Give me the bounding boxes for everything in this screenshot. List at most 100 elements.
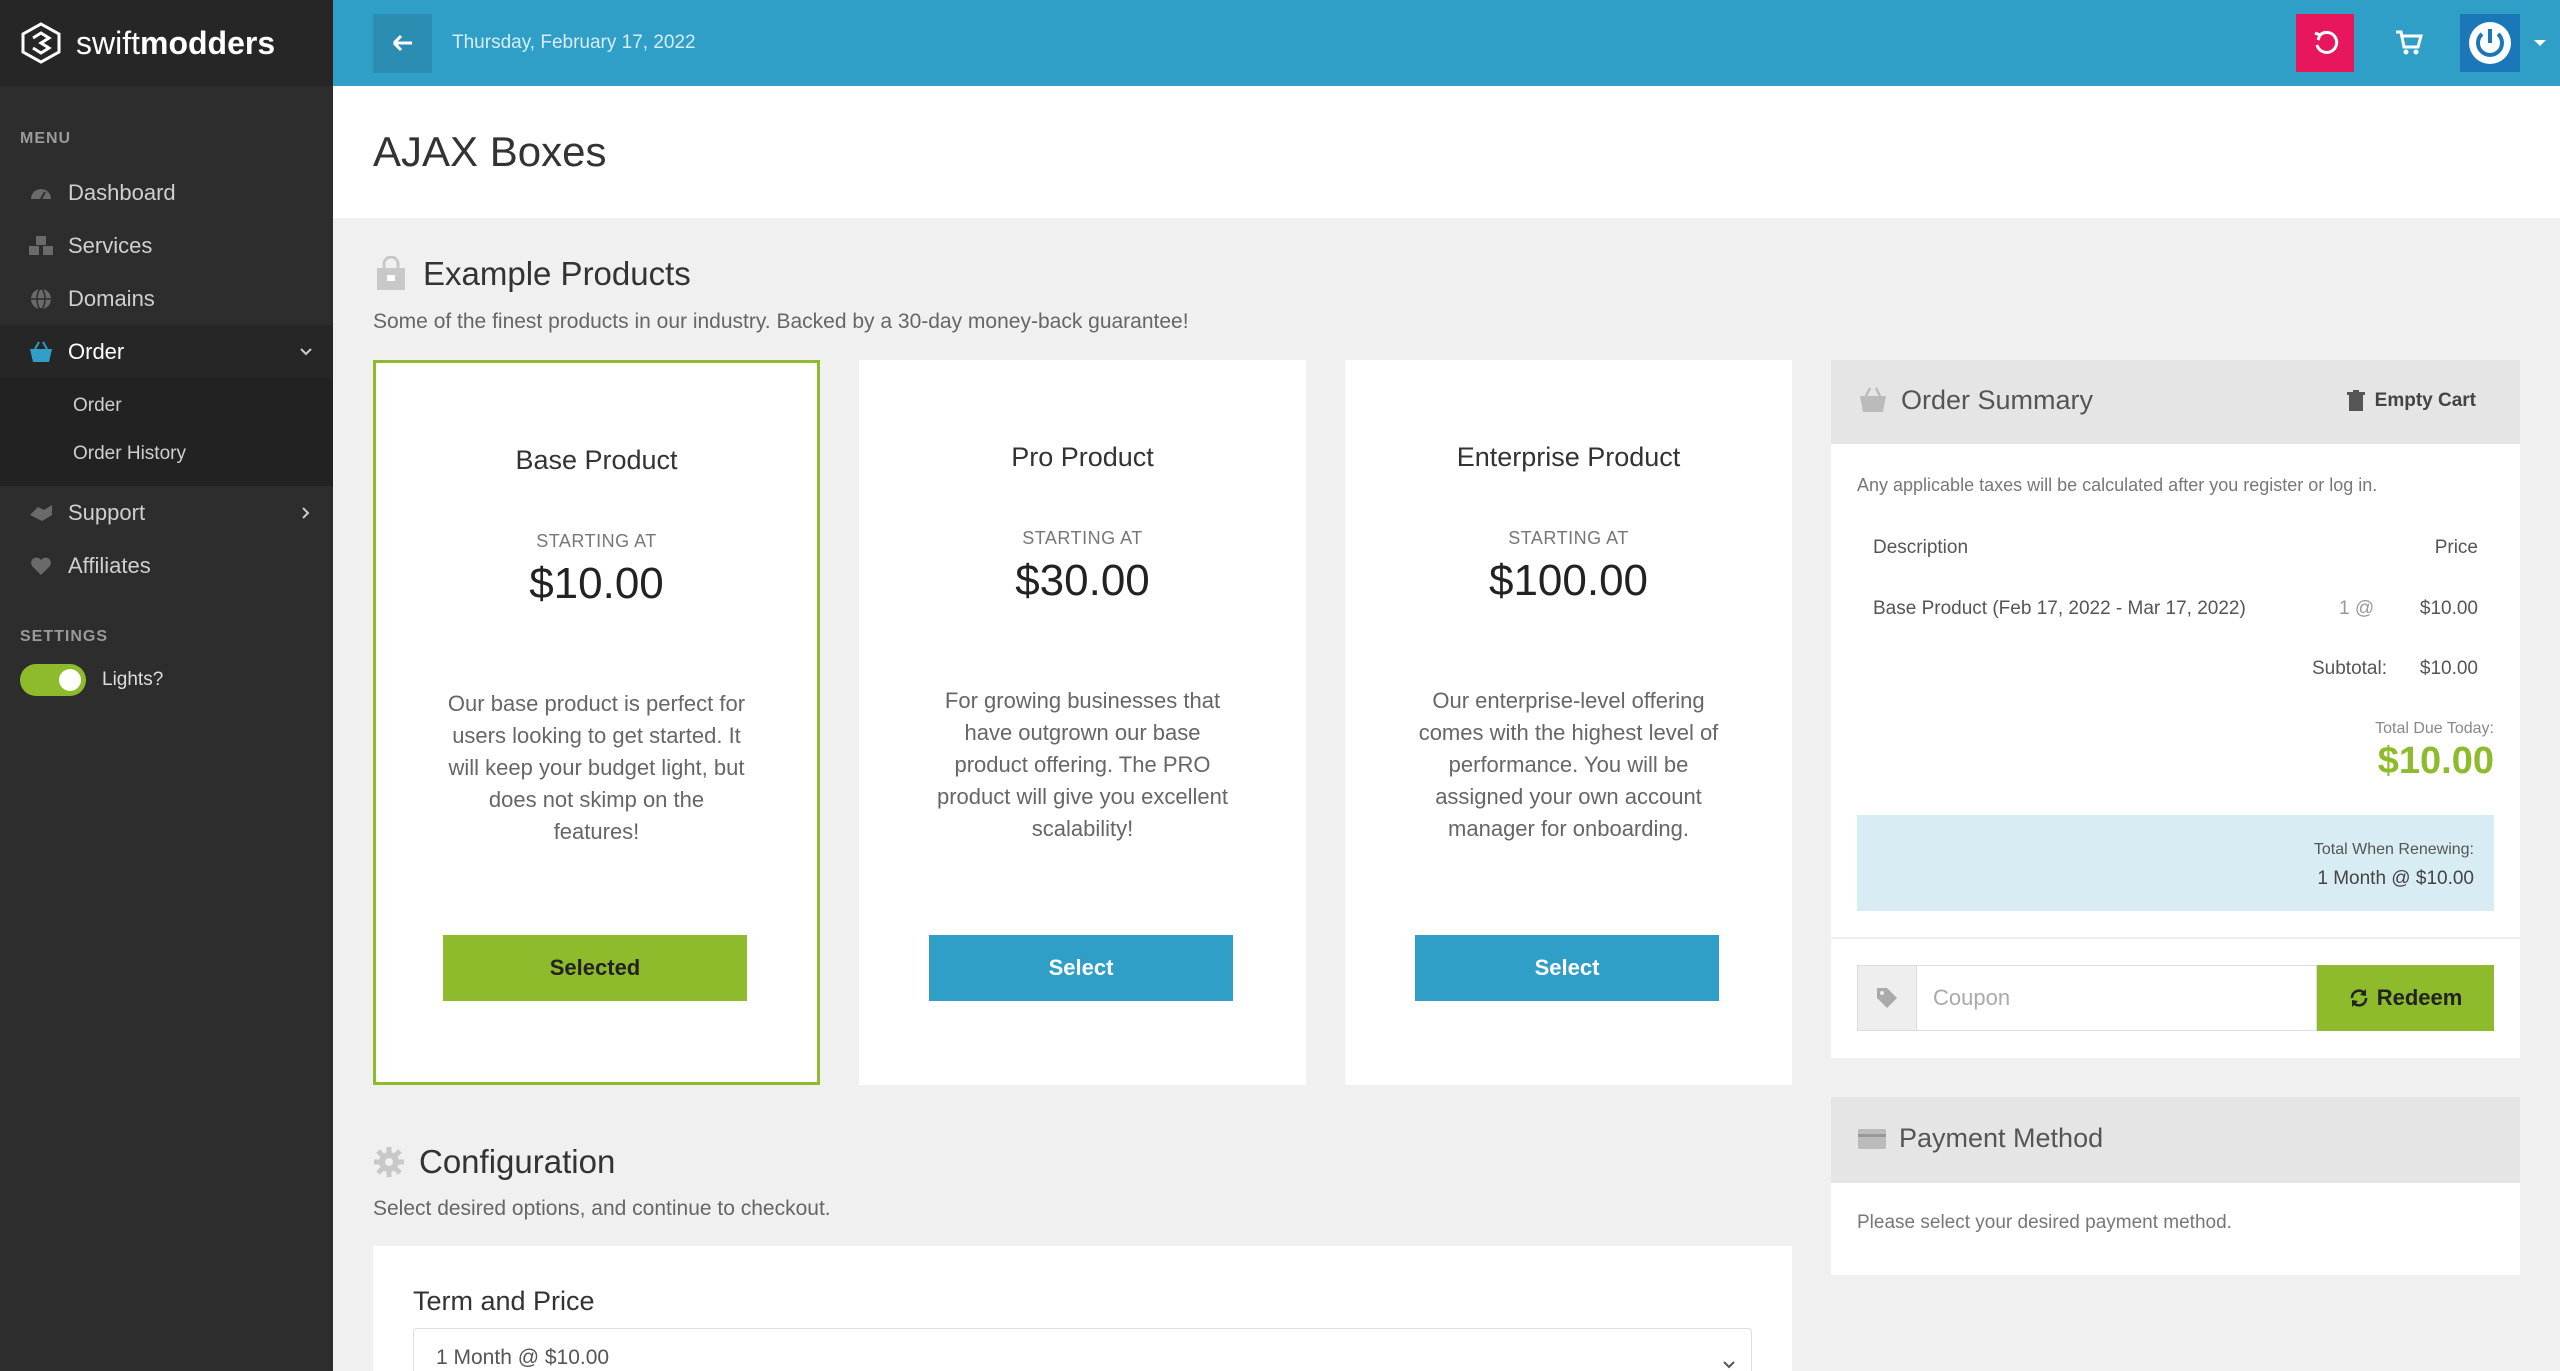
- sidebar-item-label: Domains: [68, 285, 155, 311]
- product-price: $10.00: [529, 559, 664, 608]
- payment-method-header: Payment Method: [1831, 1097, 2520, 1183]
- sidebar: swift modders MENU Dashboard Services Dom…: [0, 0, 333, 1371]
- undo-icon: [2314, 30, 2339, 54]
- brand[interactable]: swift modders: [0, 0, 333, 86]
- payment-method-title-text: Payment Method: [1899, 1123, 2104, 1153]
- empty-cart-label: Empty Cart: [2374, 390, 2476, 411]
- renewal-value: 1 Month @ $10.00: [2317, 868, 2474, 889]
- product-name: Pro Product: [1011, 442, 1154, 472]
- current-date: Thursday, February 17, 2022: [452, 32, 696, 53]
- coupon-input[interactable]: [1917, 965, 2317, 1031]
- sidebar-item-support[interactable]: Support: [0, 486, 333, 539]
- support-icon: [28, 500, 54, 526]
- sidebar-item-order[interactable]: Order: [0, 325, 333, 378]
- empty-cart-button[interactable]: Empty Cart: [2346, 390, 2476, 412]
- term-price-panel: Term and Price 1 Month @ $10.00: [373, 1246, 1792, 1371]
- brand-name-part2: modders: [140, 24, 276, 61]
- order-summary-title-text: Order Summary: [1901, 384, 2094, 415]
- order-summary-panel: Order Summary Empty Cart Any applicable …: [1831, 360, 2520, 1058]
- select-button[interactable]: Select: [929, 935, 1233, 1001]
- payment-method-note: Please select your desired payment metho…: [1857, 1212, 2232, 1233]
- undo-button[interactable]: [2296, 14, 2354, 72]
- select-button[interactable]: Select: [1415, 935, 1719, 1001]
- account-power-button[interactable]: [2460, 14, 2520, 72]
- gear-icon: [374, 1147, 404, 1177]
- basket-icon: [28, 339, 54, 365]
- redeem-button[interactable]: Redeem: [2317, 965, 2494, 1031]
- starting-at-label: STARTING AT: [1508, 528, 1629, 548]
- credit-card-icon: [1858, 1128, 1886, 1149]
- back-button[interactable]: [373, 13, 432, 73]
- cubes-icon: [28, 233, 54, 259]
- line-item-price: $10.00: [2419, 598, 2478, 619]
- redeem-label: Redeem: [2376, 985, 2463, 1010]
- product-price: $100.00: [1488, 556, 1649, 605]
- payment-method-title: Payment Method: [1857, 1123, 2103, 1154]
- starting-at-label: STARTING AT: [536, 531, 657, 551]
- product-description: Our enterprise-level offering comes with…: [1418, 688, 1719, 841]
- topbar: Thursday, February 17, 2022: [333, 0, 2560, 86]
- chevron-down-icon: [300, 347, 312, 355]
- heart-icon: [28, 553, 54, 579]
- page-header: AJAX Boxes: [333, 86, 2560, 218]
- product-card-pro[interactable]: Pro Product STARTING AT $30.00 For growi…: [859, 360, 1306, 1085]
- refresh-icon: [2350, 989, 2367, 1007]
- globe-icon: [28, 286, 54, 312]
- caret-down-icon: [2534, 40, 2546, 46]
- brand-logo-icon: [21, 22, 61, 64]
- cart-icon: [2396, 30, 2423, 55]
- term-price-select[interactable]: 1 Month @ $10.00: [413, 1328, 1752, 1371]
- page-title: AJAX Boxes: [373, 128, 607, 175]
- product-card-enterprise[interactable]: Enterprise Product STARTING AT $100.00 O…: [1345, 360, 1792, 1085]
- submenu-item-order[interactable]: Order: [0, 382, 333, 430]
- sidebar-item-services[interactable]: Services: [0, 219, 333, 272]
- tag-icon: [1877, 988, 1897, 1008]
- submenu-item-order-history[interactable]: Order History: [0, 430, 333, 478]
- lights-toggle[interactable]: [20, 664, 86, 696]
- order-summary-header: Order Summary Empty Cart: [1831, 360, 2520, 444]
- menu-header: MENU: [20, 130, 72, 147]
- products-subtitle: Some of the finest products in our indus…: [373, 310, 1189, 333]
- starting-at-label: STARTING AT: [1022, 528, 1143, 548]
- configuration-title-text: Configuration: [419, 1143, 616, 1180]
- sidebar-item-label: Order: [68, 338, 125, 364]
- cart-button[interactable]: [2380, 14, 2438, 72]
- lights-label: Lights?: [102, 669, 164, 690]
- product-card-base[interactable]: Base Product STARTING AT $10.00 Our base…: [373, 360, 820, 1085]
- sidebar-item-label: Services: [68, 232, 153, 258]
- sidebar-item-label: Dashboard: [68, 179, 176, 205]
- total-due-value: $10.00: [2377, 740, 2494, 782]
- selected-button[interactable]: Selected: [443, 935, 747, 1001]
- dashboard-icon: [28, 180, 54, 206]
- sidebar-item-affiliates[interactable]: Affiliates: [0, 539, 333, 592]
- product-name: Base Product: [515, 445, 678, 475]
- product-name: Enterprise Product: [1456, 442, 1681, 472]
- settings-header: SETTINGS: [20, 628, 109, 645]
- topbar-actions: [2296, 0, 2560, 86]
- sidebar-item-domains[interactable]: Domains: [0, 272, 333, 325]
- renewal-box: Total When Renewing: 1 Month @ $10.00: [1857, 815, 2494, 911]
- order-summary-title: Order Summary: [1857, 384, 2093, 416]
- account-dropdown-caret[interactable]: [2520, 14, 2560, 72]
- brand-name-part1: swift: [76, 24, 140, 61]
- coupon-group: Redeem: [1857, 965, 2494, 1031]
- configuration-section-title: Configuration: [373, 1143, 615, 1181]
- trash-icon: [2346, 390, 2365, 411]
- line-item-description: Base Product (Feb 17, 2022 - Mar 17, 202…: [1873, 598, 2246, 619]
- product-description: Our base product is perfect for users lo…: [447, 691, 746, 844]
- products-title-text: Example Products: [423, 255, 691, 292]
- tag-icon-box: [1857, 965, 1917, 1031]
- total-due-label: Total Due Today:: [2375, 720, 2494, 737]
- lights-toggle-row: Lights?: [0, 660, 333, 700]
- subtotal-value: $10.00: [2419, 658, 2478, 679]
- shopping-bag-icon: [377, 256, 405, 290]
- subtotal-label: Subtotal:: [2312, 658, 2387, 679]
- tax-note: Any applicable taxes will be calculated …: [1857, 475, 2378, 495]
- product-description: For growing businesses that have outgrow…: [936, 688, 1229, 841]
- sidebar-item-label: Affiliates: [68, 552, 151, 578]
- products-section-title: Example Products: [373, 255, 691, 293]
- toggle-knob: [59, 669, 81, 691]
- payment-method-panel: Payment Method Please select your desire…: [1831, 1097, 2520, 1275]
- sidebar-item-label: Support: [68, 499, 146, 525]
- sidebar-item-dashboard[interactable]: Dashboard: [0, 166, 333, 219]
